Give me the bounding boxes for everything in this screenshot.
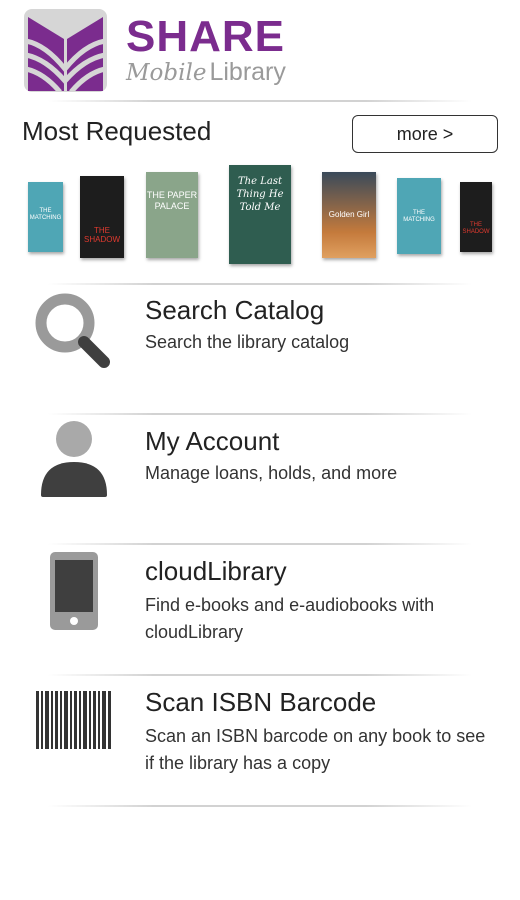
menu-item-scan-isbn-barcode[interactable]: Scan ISBN Barcode Scan an ISBN barcode o…: [0, 681, 520, 796]
divider: [48, 283, 472, 285]
book-cover-title: THE SHADOW: [462, 222, 490, 235]
divider: [48, 543, 472, 545]
divider: [48, 413, 472, 415]
book-cover[interactable]: THE MATCHING: [28, 182, 63, 252]
menu-item-description: Find e-books and e-audiobooks with cloud…: [145, 595, 435, 642]
divider: [48, 100, 472, 102]
book-carousel[interactable]: THE MATCHING THE SHADOW THE PAPER PALACE…: [0, 160, 520, 270]
more-button[interactable]: more >: [352, 115, 498, 153]
book-cover-title: THE MATCHING: [29, 208, 62, 221]
barcode-icon: [36, 691, 112, 754]
book-cover[interactable]: The Last Thing He Told Me: [229, 165, 291, 264]
book-cover-title: Golden Girl: [328, 210, 370, 219]
menu-item-title: cloudLibrary: [145, 556, 287, 586]
book-cover[interactable]: THE SHADOW: [80, 176, 124, 258]
book-cover-title: THE PAPER PALACE: [146, 190, 198, 211]
brand-subtitle: Mobile Library: [126, 58, 286, 87]
book-cover-title: The Last Thing He Told Me: [236, 176, 284, 213]
brand-wordmark: SHARE Mobile Library: [126, 14, 286, 87]
menu-item-title: Scan ISBN Barcode: [145, 687, 377, 717]
menu-item-title: My Account: [145, 426, 280, 456]
menu-item-description: Manage loans, holds, and more: [145, 463, 398, 483]
book-cover[interactable]: THE SHADOW: [460, 182, 492, 252]
menu-item-description: Search the library catalog: [145, 332, 350, 352]
menu-item-my-account[interactable]: My Account Manage loans, holds, and more: [0, 420, 520, 535]
brand-subtitle-library: Library: [209, 58, 286, 86]
divider: [48, 805, 472, 807]
user-icon: [38, 420, 110, 505]
phone-icon: [50, 552, 98, 635]
most-requested-title: Most Requested: [22, 116, 212, 146]
divider: [48, 674, 472, 676]
book-cover-title: THE MATCHING: [403, 210, 435, 223]
search-icon: [34, 292, 114, 377]
brand-name: SHARE: [126, 12, 286, 61]
book-cover[interactable]: THE PAPER PALACE: [146, 172, 198, 258]
brand-subtitle-mobile: Mobile: [126, 60, 207, 86]
book-cover-title: THE SHADOW: [84, 226, 120, 244]
menu-item-cloudlibrary[interactable]: cloudLibrary Find e-books and e-audioboo…: [0, 550, 520, 665]
book-cover[interactable]: THE MATCHING: [397, 178, 441, 254]
app-header: SHARE Mobile Library: [0, 0, 520, 100]
menu-item-description: Scan an ISBN barcode on any book to see …: [145, 726, 486, 773]
share-logo-icon: [24, 9, 107, 92]
menu-item-search-catalog[interactable]: Search Catalog Search the library catalo…: [0, 290, 520, 405]
menu-item-title: Search Catalog: [145, 295, 325, 325]
book-cover[interactable]: Golden Girl: [322, 172, 376, 258]
